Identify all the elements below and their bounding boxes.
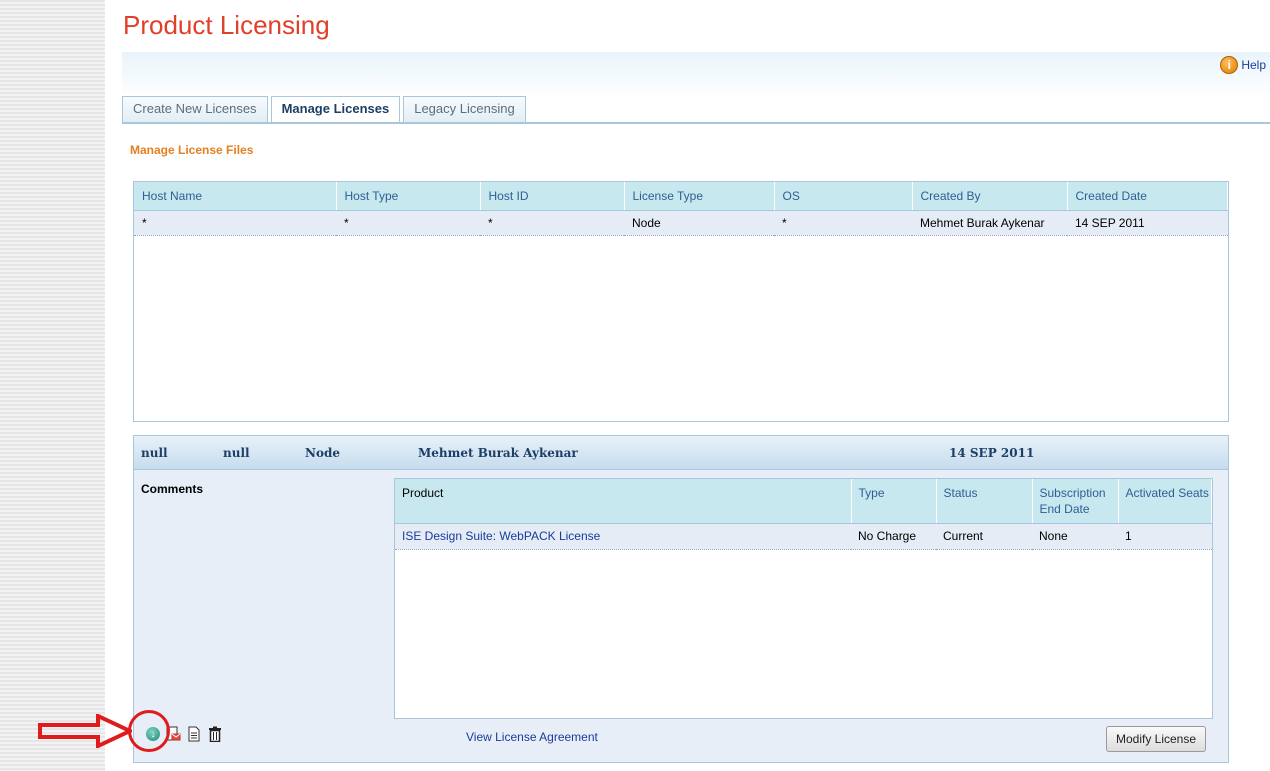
tab-legacy-licensing[interactable]: Legacy Licensing <box>403 96 526 122</box>
cell-os: * <box>774 210 912 236</box>
column-header-subscription-end-date[interactable]: Subscription End Date <box>1032 479 1119 524</box>
cell-subscription-end-date: None <box>1032 523 1118 550</box>
cell-created-date: 14 SEP 2011 <box>1067 210 1228 236</box>
column-header-host-id[interactable]: Host ID <box>480 182 625 211</box>
cell-type: No Charge <box>851 523 936 550</box>
arrow-annotation <box>38 714 132 748</box>
cell-product-link[interactable]: ISE Design Suite: WebPACK License <box>395 523 851 550</box>
cell-activated-seats: 1 <box>1118 523 1212 550</box>
column-header-host-type[interactable]: Host Type <box>336 182 481 211</box>
view-license-agreement-link[interactable]: View License Agreement <box>466 730 598 744</box>
column-header-type[interactable]: Type <box>851 479 937 524</box>
table-header-row: Product Type Status Subscription End Dat… <box>395 479 1212 524</box>
detail-license-type: Node <box>305 446 340 460</box>
column-header-product[interactable]: Product <box>395 479 852 524</box>
column-header-os[interactable]: OS <box>774 182 913 211</box>
column-header-activated-seats[interactable]: Activated Seats <box>1118 479 1212 524</box>
annotation-circle <box>128 710 170 752</box>
cell-host-name: * <box>134 210 336 236</box>
column-header-created-date[interactable]: Created Date <box>1067 182 1228 211</box>
trash-icon[interactable] <box>207 726 223 742</box>
tab-divider <box>122 122 1270 126</box>
detail-host-type: null <box>223 446 250 460</box>
help-label: Help <box>1241 58 1266 72</box>
license-files-table: Host Name Host Type Host ID License Type… <box>133 181 1229 422</box>
tab-bar: Create New Licenses Manage Licenses Lega… <box>122 96 529 124</box>
page-title: Product Licensing <box>123 10 330 40</box>
column-header-status[interactable]: Status <box>936 479 1033 524</box>
left-decorative-strip <box>0 0 105 771</box>
detail-created-date: 14 SEP 2011 <box>949 446 1035 460</box>
column-header-license-type[interactable]: License Type <box>624 182 775 211</box>
table-row[interactable]: ISE Design Suite: WebPACK License No Cha… <box>395 523 1212 550</box>
comments-label: Comments <box>141 482 204 496</box>
tab-create-new-licenses[interactable]: Create New Licenses <box>122 96 268 122</box>
tab-manage-licenses[interactable]: Manage Licenses <box>270 96 401 124</box>
cell-created-by: Mehmet Burak Aykenar <box>912 210 1067 236</box>
help-bar: i Help <box>122 52 1270 98</box>
column-header-created-by[interactable]: Created By <box>912 182 1068 211</box>
detail-host-name: null <box>141 446 168 460</box>
column-header-host-name[interactable]: Host Name <box>134 182 337 211</box>
cell-host-type: * <box>336 210 480 236</box>
license-detail-panel: null null Node Mehmet Burak Aykenar 14 S… <box>133 435 1229 763</box>
help-icon: i <box>1220 56 1239 74</box>
cell-license-type: Node <box>624 210 774 236</box>
modify-license-button[interactable]: Modify License <box>1106 726 1206 752</box>
detail-header: null null Node Mehmet Burak Aykenar 14 S… <box>134 436 1228 470</box>
detail-created-by: Mehmet Burak Aykenar <box>418 446 578 460</box>
section-title: Manage License Files <box>130 143 254 157</box>
cell-host-id: * <box>480 210 624 236</box>
cell-status: Current <box>936 523 1032 550</box>
table-header-row: Host Name Host Type Host ID License Type… <box>134 182 1228 211</box>
document-icon[interactable] <box>186 726 202 742</box>
products-table: Product Type Status Subscription End Dat… <box>394 478 1213 719</box>
table-row[interactable]: * * * Node * Mehmet Burak Aykenar 14 SEP… <box>134 210 1228 236</box>
help-link[interactable]: i Help <box>1220 56 1266 74</box>
